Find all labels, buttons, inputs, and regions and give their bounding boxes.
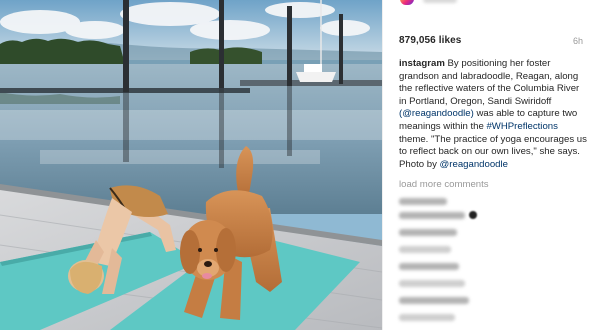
load-more-comments-link[interactable]: load more comments	[399, 179, 489, 190]
caption-username[interactable]: instagram	[399, 58, 445, 69]
post-photo[interactable]	[0, 0, 382, 330]
caption-mention-1[interactable]: (@reagandoodle)	[399, 108, 474, 119]
comment-row	[399, 210, 465, 220]
post-caption: instagram By positioning her foster gran…	[399, 58, 587, 171]
caption-mention-2[interactable]: @reagandoodle	[440, 159, 508, 170]
likes-row: 879,056 likes 6h	[399, 35, 583, 49]
like-count[interactable]: 879,056 likes	[399, 35, 461, 46]
caption-text-part-3: theme. "The practice of yoga encourages …	[399, 133, 587, 158]
comment-row	[399, 261, 459, 271]
comment-blurred	[399, 197, 447, 205]
comment-blurred	[399, 245, 451, 253]
comment-blurred	[399, 262, 459, 270]
photo-scene	[0, 0, 382, 330]
comment-blurred	[399, 296, 469, 304]
header-username-blurred[interactable]	[423, 0, 457, 3]
comment-row	[399, 295, 469, 305]
comment-row	[399, 278, 465, 288]
comment-row	[399, 312, 455, 322]
instagram-avatar-icon[interactable]	[400, 0, 414, 5]
comment-row	[399, 227, 457, 237]
comment-blurred	[399, 313, 455, 321]
comment-row	[399, 244, 451, 254]
heart-icon	[469, 211, 477, 219]
comment-row	[399, 196, 447, 206]
comment-blurred	[399, 228, 457, 236]
comment-blurred	[399, 211, 465, 219]
post-header	[383, 0, 590, 8]
post-timestamp[interactable]: 6h	[573, 36, 583, 46]
comment-blurred	[399, 279, 465, 287]
caption-hashtag[interactable]: #WHPreflections	[486, 121, 557, 132]
caption-photo-credit: Photo by	[399, 158, 440, 170]
post-sidebar: 879,056 likes 6h instagram By positionin…	[382, 0, 590, 330]
